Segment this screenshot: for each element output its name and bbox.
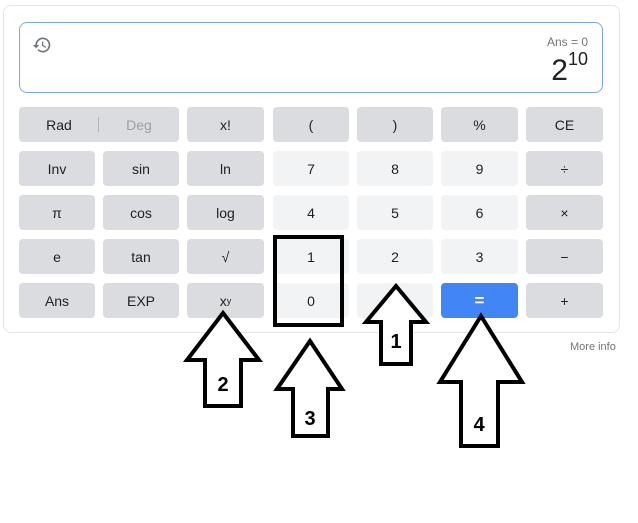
inv-button[interactable]: Inv <box>19 151 95 186</box>
annotation-label-3: 3 <box>304 408 315 430</box>
digit-0-button[interactable]: 0 <box>273 283 349 318</box>
result-display: 210 <box>551 49 588 87</box>
cos-button[interactable]: cos <box>103 195 179 230</box>
rad-button[interactable]: Rad <box>19 107 99 142</box>
digit-2-button[interactable]: 2 <box>357 239 433 274</box>
deg-button[interactable]: Deg <box>99 107 179 142</box>
annotation-label-4: 4 <box>473 414 485 436</box>
ans-button[interactable]: Ans <box>19 283 95 318</box>
sqrt-button[interactable]: √ <box>187 239 264 274</box>
power-button[interactable]: xy <box>187 283 264 318</box>
right-paren-button[interactable]: ) <box>357 107 433 142</box>
annotation-arrow-4 <box>436 312 526 448</box>
calculator-display: Ans = 0 210 <box>19 22 603 93</box>
exp-button[interactable]: EXP <box>103 283 179 318</box>
digit-5-button[interactable]: 5 <box>357 195 433 230</box>
digit-3-button[interactable]: 3 <box>441 239 518 274</box>
factorial-button[interactable]: x! <box>187 107 264 142</box>
annotation-label-1: 1 <box>390 331 401 353</box>
digit-4-button[interactable]: 4 <box>273 195 349 230</box>
e-button[interactable]: e <box>19 239 95 274</box>
more-info-link[interactable]: More info <box>570 341 616 353</box>
log-button[interactable]: log <box>187 195 264 230</box>
history-icon[interactable] <box>32 35 52 55</box>
digit-6-button[interactable]: 6 <box>441 195 518 230</box>
minus-button[interactable]: − <box>526 239 603 274</box>
annotation-arrow-3 <box>273 337 346 438</box>
digit-1-button[interactable]: 1 <box>273 239 349 274</box>
digit-7-button[interactable]: 7 <box>273 151 349 186</box>
digit-9-button[interactable]: 9 <box>441 151 518 186</box>
multiply-button[interactable]: × <box>526 195 603 230</box>
ln-button[interactable]: ln <box>187 151 264 186</box>
annotation-label-2: 2 <box>217 374 228 396</box>
divide-button[interactable]: ÷ <box>526 151 603 186</box>
rad-deg-toggle[interactable]: Rad Deg <box>19 107 179 142</box>
tan-button[interactable]: tan <box>103 239 179 274</box>
left-paren-button[interactable]: ( <box>273 107 349 142</box>
percent-button[interactable]: % <box>441 107 518 142</box>
decimal-point-button[interactable]: . <box>357 283 433 318</box>
pi-button[interactable]: π <box>19 195 95 230</box>
plus-button[interactable]: + <box>526 283 603 318</box>
digit-8-button[interactable]: 8 <box>357 151 433 186</box>
previous-answer: Ans = 0 <box>546 35 588 49</box>
clear-entry-button[interactable]: CE <box>526 107 603 142</box>
equals-button[interactable]: = <box>441 283 518 318</box>
sin-button[interactable]: sin <box>103 151 179 186</box>
